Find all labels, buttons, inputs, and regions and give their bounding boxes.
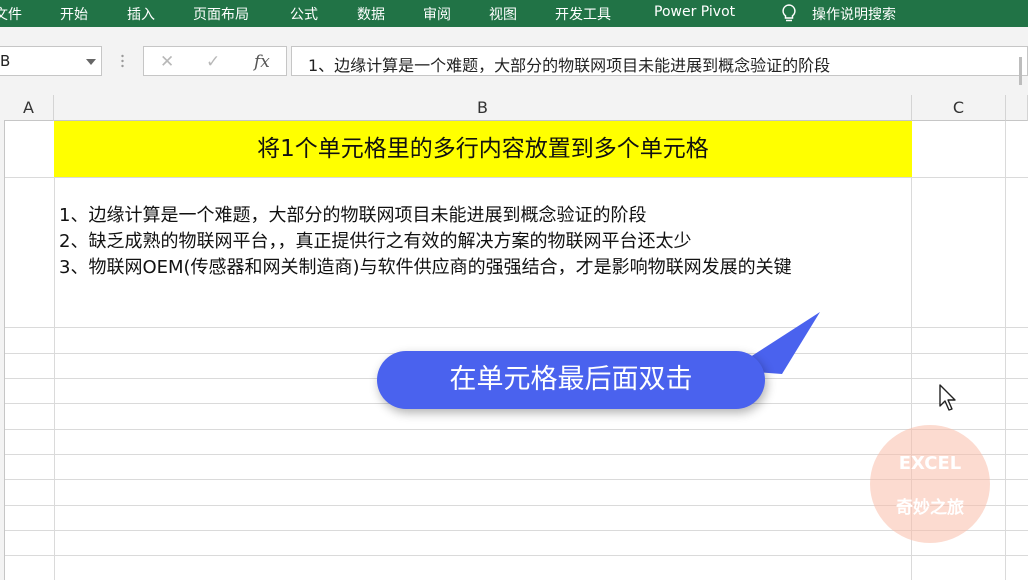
lightbulb-icon [782,4,796,22]
tab-page-layout[interactable]: 页面布局 [193,4,249,24]
column-header-c[interactable]: C [912,95,1006,121]
tab-home[interactable]: 开始 [60,4,88,24]
watermark-line-1: EXCEL [898,453,962,474]
formula-bar-area: B ✕ ✓ fx 1、边缘计算是一个难题，大部分的物联网项目未能进展到概念验证的… [0,27,1028,95]
tab-file[interactable]: 文件 [0,4,22,24]
instruction-callout: 在单元格最后面双击 [377,351,765,409]
enter-icon[interactable]: ✓ [206,52,220,72]
column-header-d[interactable] [1006,95,1028,121]
name-box-value: B [0,52,11,70]
tab-developer[interactable]: 开发工具 [555,4,611,24]
name-box[interactable]: B [0,46,102,76]
cell-b1-title[interactable]: 将1个单元格里的多行内容放置到多个单元格 [54,121,912,177]
chevron-down-icon[interactable] [86,59,96,65]
tell-me-search[interactable]: 操作说明搜索 [812,4,896,24]
row-headers[interactable] [0,121,5,580]
watermark-line-2: 奇妙之旅 [896,498,964,518]
tab-review[interactable]: 审阅 [423,4,451,24]
formula-value: 1、边缘计算是一个难题，大部分的物联网项目未能进展到概念验证的阶段 [308,56,831,75]
content-line-1: 1、边缘计算是一个难题，大部分的物联网项目未能进展到概念验证的阶段 [59,205,647,226]
tab-insert[interactable]: 插入 [127,4,155,24]
callout-text: 在单元格最后面双击 [449,364,693,395]
cancel-icon[interactable]: ✕ [160,52,174,72]
tab-power-pivot[interactable]: Power Pivot [654,4,735,20]
ribbon-tab-bar: 文件 开始 插入 页面布局 公式 数据 审阅 视图 开发工具 Power Piv… [0,0,1028,27]
insert-function-icon[interactable]: fx [254,52,270,72]
tab-formulas[interactable]: 公式 [290,4,318,24]
column-header-b[interactable]: B [54,95,912,121]
formula-input[interactable]: 1、边缘计算是一个难题，大部分的物联网项目未能进展到概念验证的阶段 [291,46,1028,76]
mouse-pointer-icon [939,384,956,411]
drag-handle-icon[interactable] [121,53,124,69]
cell-b2-content[interactable]: 1、边缘计算是一个难题，大部分的物联网项目未能进展到概念验证的阶段 2、缺乏成熟… [59,203,792,281]
content-line-3: 3、物联网OEM(传感器和网关制造商)与软件供应商的强强结合，才是影响物联网发展… [59,257,792,278]
formula-bar-scrollbar[interactable] [1019,57,1022,85]
watermark-logo: EXCEL 奇妙之旅 [870,425,990,543]
tab-data[interactable]: 数据 [357,4,385,24]
tab-view[interactable]: 视图 [489,4,517,24]
column-header-a[interactable]: A [4,95,54,121]
content-line-2: 2、缺乏成熟的物联网平台，，真正提供行之有效的解决方案的物联网平台还太少 [59,231,692,252]
formula-buttons: ✕ ✓ fx [143,46,287,76]
